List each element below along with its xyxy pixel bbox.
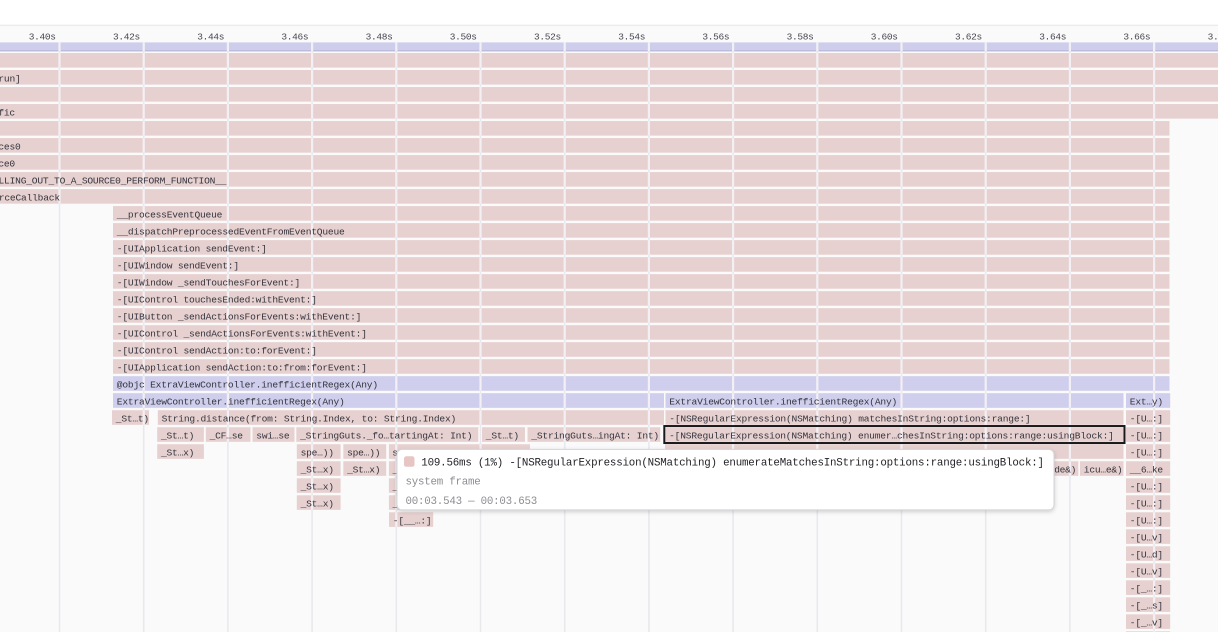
svg-text:CFRunLoopRunSpecific: CFRunLoopRunSpecific bbox=[0, 107, 15, 118]
svg-text:-[U…:]: -[U…:] bbox=[1130, 414, 1163, 425]
svg-text:Ext…y): Ext…y) bbox=[1130, 397, 1163, 408]
svg-text:3.50s: 3.50s bbox=[450, 31, 477, 42]
svg-text:icu…e&): icu…e&) bbox=[1084, 465, 1123, 476]
svg-text:-[UIControl sendAction:to:forE: -[UIControl sendAction:to:forEvent:] bbox=[117, 345, 317, 356]
svg-text:00:03.543 — 00:03.653: 00:03.543 — 00:03.653 bbox=[406, 496, 538, 508]
svg-text:-[UIApplication _run]: -[UIApplication _run] bbox=[0, 73, 21, 84]
svg-text:3.48s: 3.48s bbox=[366, 31, 393, 42]
svg-text:_St…t): _St…t) bbox=[115, 414, 149, 425]
svg-text:__CFRunLoopDoSourceCallback: __CFRunLoopDoSourceCallback bbox=[0, 192, 60, 203]
svg-text:__CFRunLoopDoSource0: __CFRunLoopDoSource0 bbox=[0, 158, 15, 169]
svg-text:3.40s: 3.40s bbox=[29, 31, 56, 42]
svg-text:3.46s: 3.46s bbox=[281, 31, 308, 42]
svg-text:_StringGuts…ingAt: Int): _StringGuts…ingAt: Int) bbox=[530, 431, 659, 442]
svg-text:spe…)): spe…)) bbox=[301, 448, 334, 459]
svg-text:_StringGuts._fo…tartingAt: Int: _StringGuts._fo…tartingAt: Int) bbox=[299, 431, 472, 442]
svg-text:-[UIControl _sendActionsForEve: -[UIControl _sendActionsForEvents:withEv… bbox=[117, 328, 367, 339]
svg-text:_St…x): _St…x) bbox=[300, 465, 334, 476]
svg-text:__6…ke: __6…ke bbox=[1129, 465, 1164, 476]
svg-text:_St…x): _St…x) bbox=[300, 482, 334, 493]
svg-text:_St…x): _St…x) bbox=[160, 448, 194, 459]
svg-text:ExtraViewController.inefficien: ExtraViewController.inefficientRegex(Any… bbox=[669, 397, 897, 408]
svg-text:-[UIWindow _sendTouchesForEven: -[UIWindow _sendTouchesForEvent:] bbox=[117, 277, 300, 288]
svg-text:-[U…v]: -[U…v] bbox=[1130, 567, 1163, 578]
svg-text:system frame: system frame bbox=[406, 477, 481, 489]
svg-text:109.56ms (1%) -[NSRegularExpre: 109.56ms (1%) -[NSRegularExpression(NSMa… bbox=[421, 457, 1044, 469]
svg-text:-[NSRegularExpression(NSMatchi: -[NSRegularExpression(NSMatching) enumer… bbox=[669, 431, 1114, 442]
svg-text:-[U…:]: -[U…:] bbox=[1130, 516, 1163, 527]
svg-text:3.58s: 3.58s bbox=[787, 31, 814, 42]
svg-text:_St…t): _St…t) bbox=[485, 431, 519, 442]
svg-text:-[UIApplication sendAction:to:: -[UIApplication sendAction:to:from:forEv… bbox=[117, 362, 367, 373]
svg-text:_St…x): _St…x) bbox=[346, 465, 380, 476]
svg-text:3.62s: 3.62s bbox=[955, 31, 982, 42]
svg-text:-[U…d]: -[U…d] bbox=[1130, 550, 1163, 561]
svg-text:String.distance(from: String.I: String.distance(from: String.Index, to: … bbox=[162, 414, 457, 425]
svg-text:swi…se: swi…se bbox=[256, 431, 290, 442]
svg-text:-[UIButton _sendActionsForEven: -[UIButton _sendActionsForEvents:withEve… bbox=[117, 311, 362, 322]
svg-text:-[U…v]: -[U…v] bbox=[1130, 533, 1163, 544]
svg-text:__dispatchPreprocessedEventFro: __dispatchPreprocessedEventFromEventQueu… bbox=[116, 226, 345, 237]
svg-text:-[_…v]: -[_…v] bbox=[1130, 618, 1163, 629]
svg-text:-[NSRegularExpression(NSMatchi: -[NSRegularExpression(NSMatching) matche… bbox=[669, 414, 1030, 425]
svg-text:_St…x): _St…x) bbox=[300, 499, 334, 510]
svg-text:@objc ExtraViewController.inef: @objc ExtraViewController.inefficientReg… bbox=[117, 379, 378, 390]
svg-text:3.42s: 3.42s bbox=[113, 31, 140, 42]
svg-text:__CFRUNLOOP_IS_CALLING_OUT_TO_: __CFRUNLOOP_IS_CALLING_OUT_TO_A_SOURCE0_… bbox=[0, 175, 227, 186]
svg-text:-[U…:]: -[U…:] bbox=[1130, 448, 1163, 459]
svg-text:3.68s: 3.68s bbox=[1208, 31, 1218, 42]
svg-text:-[UIControl touchesEnded:withE: -[UIControl touchesEnded:withEvent:] bbox=[117, 294, 317, 305]
svg-text:_St…t): _St…t) bbox=[160, 431, 194, 442]
svg-text:3.54s: 3.54s bbox=[618, 31, 645, 42]
svg-text:-[U…:]: -[U…:] bbox=[1130, 482, 1163, 493]
svg-text:_CF…se: _CF…se bbox=[209, 431, 244, 442]
svg-text:__processEventQueue: __processEventQueue bbox=[116, 209, 223, 220]
svg-text:ExtraViewController.inefficien: ExtraViewController.inefficientRegex(Any… bbox=[117, 397, 345, 408]
svg-text:spe…)): spe…)) bbox=[347, 448, 380, 459]
svg-text:3.56s: 3.56s bbox=[702, 31, 729, 42]
svg-text:3.44s: 3.44s bbox=[197, 31, 224, 42]
svg-text:-[U…:]: -[U…:] bbox=[1130, 499, 1163, 510]
svg-text:de&): de&) bbox=[1054, 465, 1076, 476]
svg-text:-[_…s]: -[_…s] bbox=[1130, 601, 1163, 612]
svg-text:3.66s: 3.66s bbox=[1123, 31, 1150, 42]
svg-text:-[UIWindow sendEvent:]: -[UIWindow sendEvent:] bbox=[117, 260, 239, 271]
svg-text:__CFRunLoopDoSources0: __CFRunLoopDoSources0 bbox=[0, 141, 21, 152]
svg-text:3.60s: 3.60s bbox=[871, 31, 898, 42]
svg-text:3.64s: 3.64s bbox=[1039, 31, 1066, 42]
svg-text:3.52s: 3.52s bbox=[534, 31, 561, 42]
svg-text:-[U…:]: -[U…:] bbox=[1130, 431, 1163, 442]
svg-text:-[__…:]: -[__…:] bbox=[393, 516, 432, 527]
svg-text:-[UIApplication sendEvent:]: -[UIApplication sendEvent:] bbox=[117, 243, 267, 254]
svg-text:-[_…:]: -[_…:] bbox=[1130, 584, 1163, 595]
